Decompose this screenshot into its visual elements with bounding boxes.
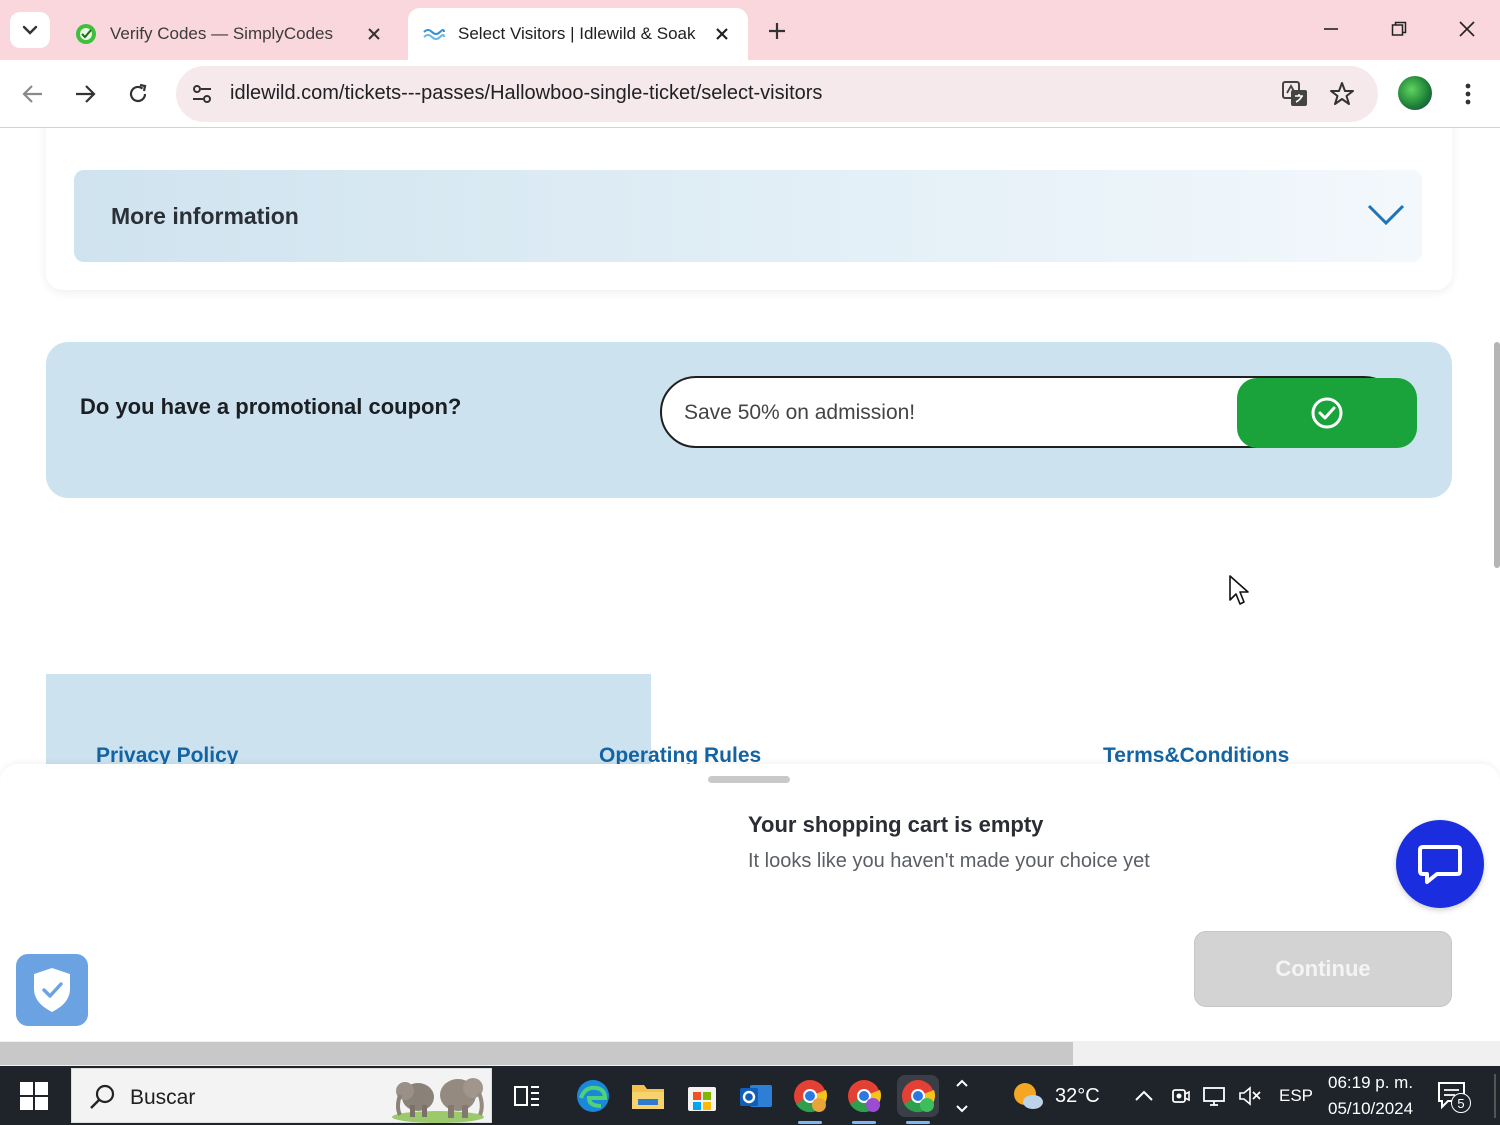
address-bar[interactable]: idlewild.com/tickets---passes/Hallowboo-… [176,66,1378,122]
chevron-down-icon [1367,204,1405,226]
weather-widget[interactable] [1006,1075,1048,1117]
taskbar-search[interactable]: Buscar [71,1068,492,1123]
folder-icon [632,1085,664,1109]
shopping-cart-panel: Your shopping cart is empty It looks lik… [0,764,1500,896]
elephants-illustration-icon [392,1078,484,1123]
mouse-pointer-icon [1229,575,1249,605]
taskbar-overflow-arrows[interactable] [948,1075,976,1117]
restore-icon [1391,21,1407,36]
microsoft-store-app[interactable] [681,1075,723,1117]
site-settings-icon[interactable] [188,80,216,108]
partly-cloudy-icon [1014,1083,1043,1109]
check-circle-icon [1311,397,1343,429]
simplycodes-favicon-icon [74,22,98,46]
arrow-left-icon [22,85,42,103]
close-tab-icon[interactable] [362,22,386,46]
browser-tab-bar: Verify Codes — SimplyCodes Select Visito… [0,0,1500,60]
reload-button[interactable] [121,77,155,111]
windows-taskbar: Buscar 32°C ESP 06:19 p. m. 05/10/2024 5 [0,1066,1500,1125]
close-window-button[interactable] [1452,14,1482,44]
close-icon [1459,21,1475,37]
new-tab-button[interactable] [762,16,792,46]
vertical-scrollbar[interactable] [1492,128,1500,1041]
reload-icon [129,83,147,103]
chevron-up-icon[interactable] [1134,1088,1154,1102]
chrome-app-1[interactable] [789,1075,831,1124]
file-explorer-app[interactable] [627,1075,669,1117]
cart-subtitle: It looks like you haven't made your choi… [748,850,1150,872]
promo-question: Do you have a promotional coupon? [80,394,462,419]
profile-avatar[interactable] [1398,76,1432,110]
shield-check-icon [34,968,70,1012]
browser-toolbar: idlewild.com/tickets---passes/Hallowboo-… [0,60,1500,128]
tab-idlewild[interactable]: Select Visitors | Idlewild & Soak [408,8,748,60]
coupon-input[interactable] [684,396,1224,430]
arrow-right-icon [76,85,96,103]
forward-button[interactable] [68,77,102,111]
browser-menu-button[interactable] [1455,78,1481,110]
more-information-label: More information [111,202,299,229]
chrome-icon [902,1080,936,1113]
task-view-button[interactable] [506,1075,548,1117]
network-icon[interactable] [1202,1085,1228,1107]
apply-coupon-button[interactable] [1237,378,1417,448]
edge-app[interactable] [572,1075,614,1117]
outlook-app[interactable] [735,1075,777,1117]
close-tab-icon[interactable] [710,22,734,46]
bookmark-star-icon[interactable] [1327,79,1357,109]
more-information-accordion[interactable]: More information [74,170,1422,262]
back-button[interactable] [16,77,50,111]
clock-date[interactable]: 05/10/2024 [1328,1099,1413,1119]
chat-button[interactable] [1396,820,1484,908]
restore-button[interactable] [1384,14,1414,44]
camera-icon[interactable] [1170,1085,1190,1107]
scrollbar-thumb[interactable] [0,1042,1073,1065]
store-icon [688,1087,716,1111]
chrome-app-3[interactable] [897,1075,939,1124]
search-placeholder: Buscar [130,1086,196,1109]
drag-handle[interactable] [708,776,790,783]
scrollbar-thumb[interactable] [1494,342,1500,568]
tab-title: Select Visitors | Idlewild & Soak [458,24,696,43]
notifications-button[interactable]: 5 [1436,1080,1476,1116]
horizontal-scrollbar[interactable] [0,1041,1500,1066]
continue-button[interactable]: Continue [1194,931,1452,1007]
chrome-icon [848,1080,882,1113]
weather-temperature: 32°C [1055,1085,1100,1107]
input-language[interactable]: ESP [1279,1086,1313,1106]
search-icon [90,1084,115,1109]
more-vertical-icon [1465,83,1471,105]
url-text: idlewild.com/tickets---passes/Hallowboo-… [230,82,823,104]
tab-search-button[interactable] [10,12,50,48]
minimize-button[interactable] [1316,14,1346,44]
clock-time[interactable]: 06:19 p. m. [1328,1073,1413,1093]
cart-title: Your shopping cart is empty [748,812,1044,837]
windows-start-icon[interactable] [18,1080,50,1112]
edge-icon [577,1080,609,1112]
minimize-icon [1324,28,1338,30]
tab-title: Verify Codes — SimplyCodes [110,24,333,43]
plus-icon [769,23,785,39]
show-desktop-edge[interactable] [1494,1074,1496,1118]
chevron-down-icon [22,25,38,35]
outlook-icon [740,1085,772,1107]
privacy-shield-button[interactable] [16,954,88,1026]
chrome-app-2[interactable] [843,1075,885,1124]
idlewild-favicon-icon [422,22,446,46]
page-content: More information Do you have a promotion… [0,128,1500,1066]
chrome-icon [794,1080,828,1113]
tab-simplycodes[interactable]: Verify Codes — SimplyCodes [60,8,400,60]
speaker-muted-icon[interactable] [1238,1085,1262,1107]
task-view-icon [514,1086,539,1106]
promo-coupon-section: Do you have a promotional coupon? [46,342,1452,498]
notification-count-badge: 5 [1451,1093,1471,1113]
chat-bubble-icon [1418,845,1462,884]
translate-icon[interactable] [1280,79,1310,109]
chevron-up-down-icon [956,1079,968,1113]
